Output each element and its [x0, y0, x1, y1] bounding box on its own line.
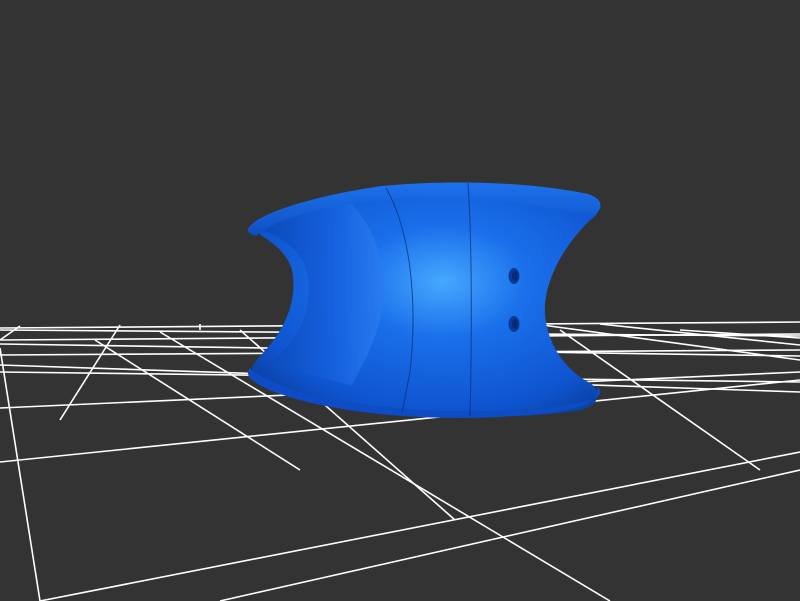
3d-viewport[interactable]: [0, 0, 800, 601]
model-body[interactable]: [247, 182, 601, 418]
grid-line: [39, 451, 800, 601]
scene-canvas[interactable]: [0, 0, 800, 601]
grid-line: [0, 347, 41, 601]
grid-line: [219, 469, 800, 601]
